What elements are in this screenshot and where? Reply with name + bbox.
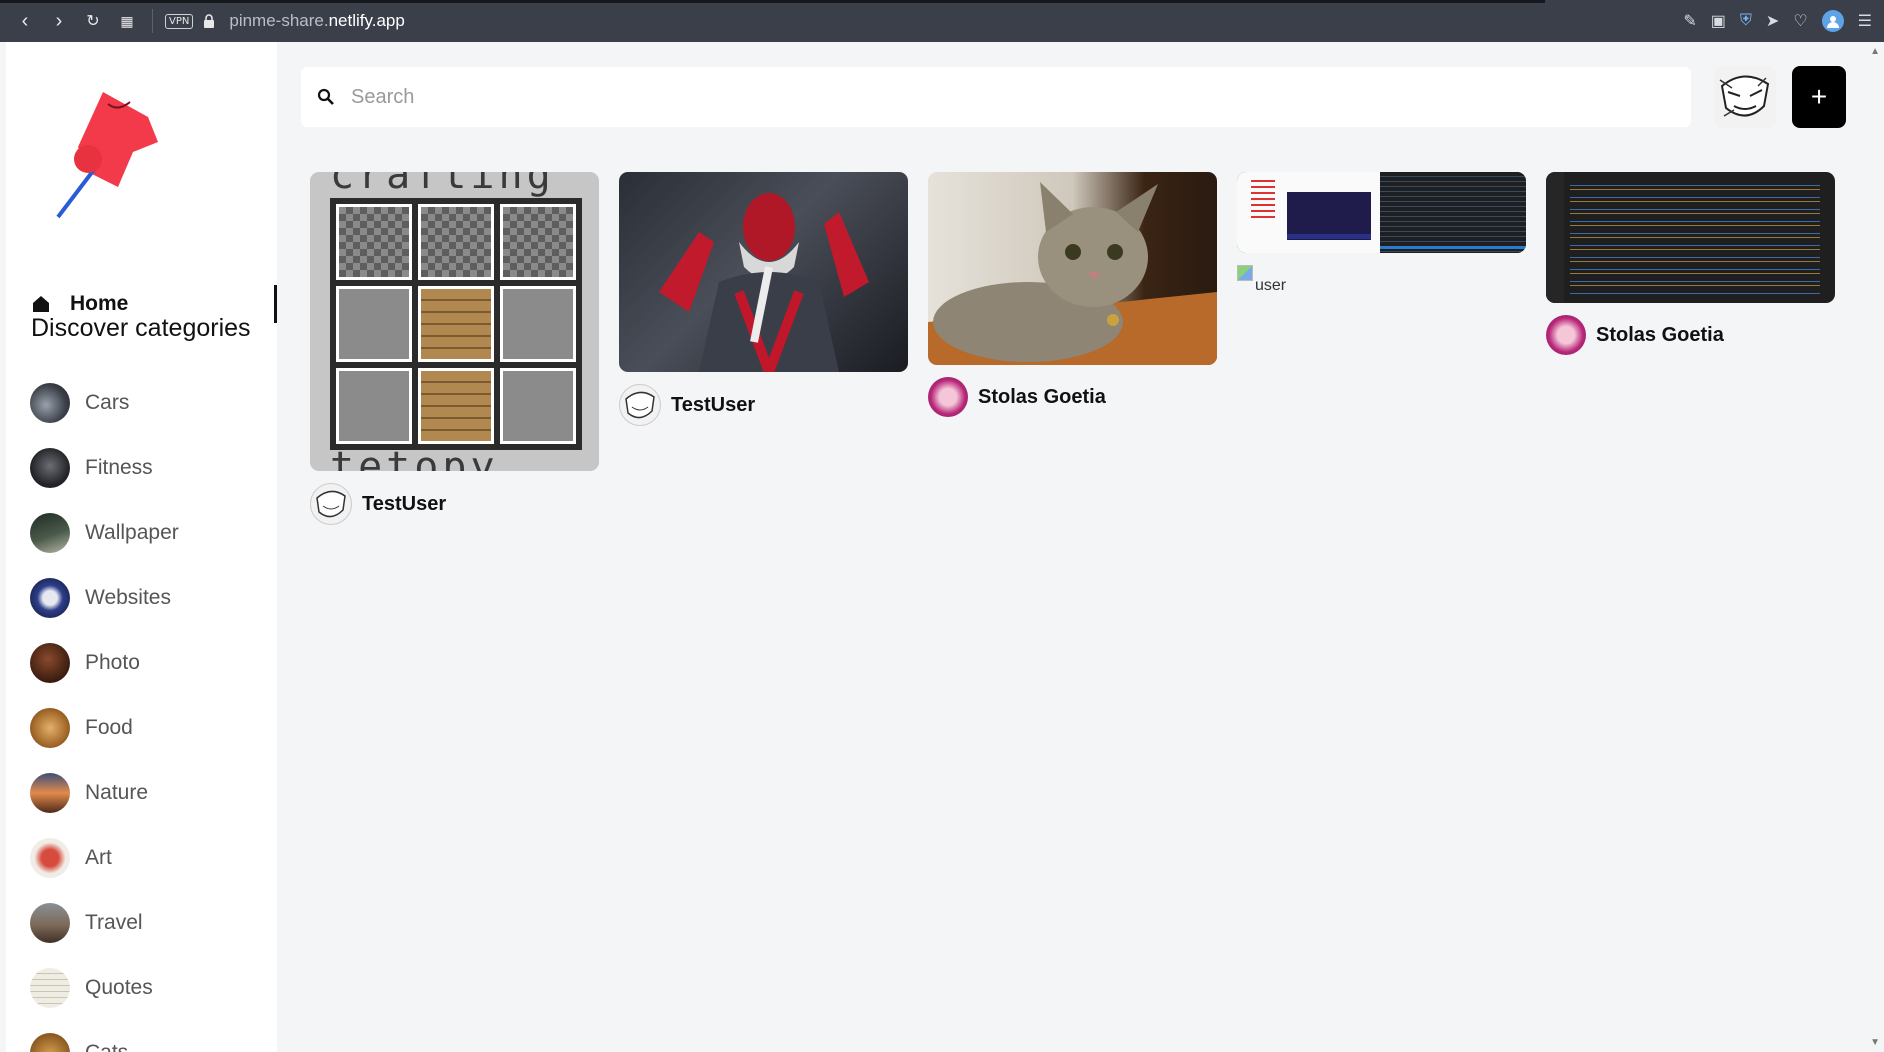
- author-name: TestUser: [671, 393, 756, 416]
- reload-icon[interactable]: ↻: [76, 0, 110, 42]
- home-icon: [33, 296, 49, 312]
- pin-image[interactable]: crafting tetopy: [310, 172, 599, 471]
- category-label: Cars: [85, 390, 130, 414]
- scroll-up-icon[interactable]: ▲: [1870, 46, 1880, 57]
- category-label: Photo: [85, 650, 140, 674]
- pin-author[interactable]: Stolas Goetia: [928, 377, 1217, 417]
- category-item-art[interactable]: Art: [30, 825, 260, 890]
- scroll-down-icon[interactable]: ▼: [1870, 1037, 1880, 1048]
- url-prefix: pinme-share.: [229, 11, 329, 30]
- pin-author[interactable]: Stolas Goetia: [1546, 315, 1835, 355]
- category-label: Food: [85, 715, 133, 739]
- pin-image[interactable]: [619, 172, 908, 372]
- category-thumbnail: [30, 382, 70, 423]
- toolbar-divider: [152, 9, 153, 33]
- category-thumbnail: [30, 837, 70, 878]
- search-icon: [317, 88, 334, 105]
- discover-categories-title: Discover categories: [31, 314, 251, 342]
- pin-card[interactable]: crafting tetopy TestUser: [310, 172, 599, 525]
- send-icon[interactable]: ➤: [1766, 11, 1779, 31]
- pinme-logo-icon[interactable]: [48, 72, 168, 222]
- heart-icon[interactable]: ♡: [1793, 11, 1807, 31]
- author-name: TestUser: [362, 492, 447, 515]
- sidebar: Home Discover categories Cars Fitness Wa…: [6, 42, 277, 1052]
- add-pin-button[interactable]: +: [1792, 66, 1846, 128]
- pin-author[interactable]: TestUser: [310, 483, 599, 525]
- search-input[interactable]: [349, 84, 1653, 110]
- category-thumbnail: [30, 512, 70, 553]
- broken-avatar-alt-text: user: [1255, 277, 1287, 294]
- category-thumbnail: [30, 772, 70, 813]
- category-label: Cats: [85, 1040, 129, 1052]
- vpn-badge[interactable]: VPN: [165, 13, 194, 29]
- category-label: Nature: [85, 780, 149, 804]
- page-scrollbar[interactable]: ▲ ▼: [1866, 42, 1884, 1052]
- category-thumbnail: [30, 902, 70, 943]
- category-thumbnail: [30, 967, 70, 1008]
- category-item-photo[interactable]: Photo: [30, 630, 260, 695]
- category-label: Fitness: [85, 455, 153, 479]
- category-item-cats[interactable]: Cats: [30, 1020, 260, 1052]
- pin-image-caption-bottom: tetopy: [330, 444, 499, 471]
- pin-card[interactable]: user: [1237, 172, 1526, 295]
- category-item-nature[interactable]: Nature: [30, 760, 260, 825]
- category-item-websites[interactable]: Websites: [30, 565, 260, 630]
- category-thumbnail: [30, 707, 70, 748]
- forward-icon[interactable]: ›: [42, 0, 76, 42]
- category-thumbnail: [30, 642, 70, 683]
- browser-actions: ✎ ▣ ⛨ ➤ ♡ ☰: [1683, 0, 1872, 42]
- category-list: Cars Fitness Wallpaper Websites Photo Fo…: [30, 370, 260, 1052]
- pin-image[interactable]: [1546, 172, 1835, 303]
- pin-author[interactable]: TestUser: [619, 384, 908, 426]
- category-label: Travel: [85, 910, 143, 934]
- menu-icon[interactable]: ☰: [1858, 11, 1872, 31]
- camera-icon[interactable]: ▣: [1711, 11, 1726, 31]
- category-item-travel[interactable]: Travel: [30, 890, 260, 955]
- broken-image-icon: [1237, 265, 1253, 281]
- pin-author[interactable]: user: [1237, 265, 1526, 295]
- category-thumbnail: [30, 577, 70, 618]
- tabs-grid-icon[interactable]: ▦: [110, 0, 144, 42]
- pin-card[interactable]: TestUser: [619, 172, 908, 426]
- author-avatar: [310, 483, 352, 525]
- kitten-photo: [928, 182, 1217, 365]
- page-load-indicator: [0, 0, 1545, 3]
- nav-home-label: Home: [70, 292, 129, 315]
- category-item-wallpaper[interactable]: Wallpaper: [30, 500, 260, 565]
- address-bar[interactable]: pinme-share.netlify.app: [229, 11, 404, 31]
- back-icon[interactable]: ‹: [8, 0, 42, 42]
- category-label: Art: [85, 845, 112, 869]
- category-item-fitness[interactable]: Fitness: [30, 435, 260, 500]
- browser-toolbar: ‹ › ↻ ▦ VPN pinme-share.netlify.app ✎ ▣ …: [0, 0, 1884, 42]
- author-name: Stolas Goetia: [978, 385, 1106, 408]
- lock-icon[interactable]: [203, 14, 215, 28]
- author-avatar: [619, 384, 661, 426]
- author-avatar: [1546, 315, 1586, 355]
- character-artwork: [659, 193, 869, 372]
- category-label: Quotes: [85, 975, 153, 999]
- edit-icon[interactable]: ✎: [1683, 11, 1696, 31]
- user-avatar[interactable]: [1714, 66, 1776, 128]
- category-item-quotes[interactable]: Quotes: [30, 955, 260, 1020]
- pin-image[interactable]: [1237, 172, 1526, 253]
- pin-image-caption-top: crafting: [330, 172, 555, 198]
- category-label: Websites: [85, 585, 171, 609]
- pin-card[interactable]: Stolas Goetia: [928, 172, 1217, 417]
- author-avatar: [928, 377, 968, 417]
- pin-image[interactable]: [928, 172, 1217, 365]
- url-domain: netlify.app: [328, 11, 405, 30]
- profile-icon[interactable]: [1821, 10, 1844, 32]
- pin-card[interactable]: Stolas Goetia: [1546, 172, 1835, 355]
- category-thumbnail: [30, 1032, 70, 1052]
- category-thumbnail: [30, 447, 70, 488]
- category-item-cars[interactable]: Cars: [30, 370, 260, 435]
- search-bar[interactable]: [301, 67, 1691, 127]
- author-name: Stolas Goetia: [1596, 323, 1724, 346]
- category-label: Wallpaper: [85, 520, 179, 544]
- shield-icon[interactable]: ⛨: [1740, 12, 1752, 30]
- category-item-food[interactable]: Food: [30, 695, 260, 760]
- crafting-grid: [330, 198, 582, 450]
